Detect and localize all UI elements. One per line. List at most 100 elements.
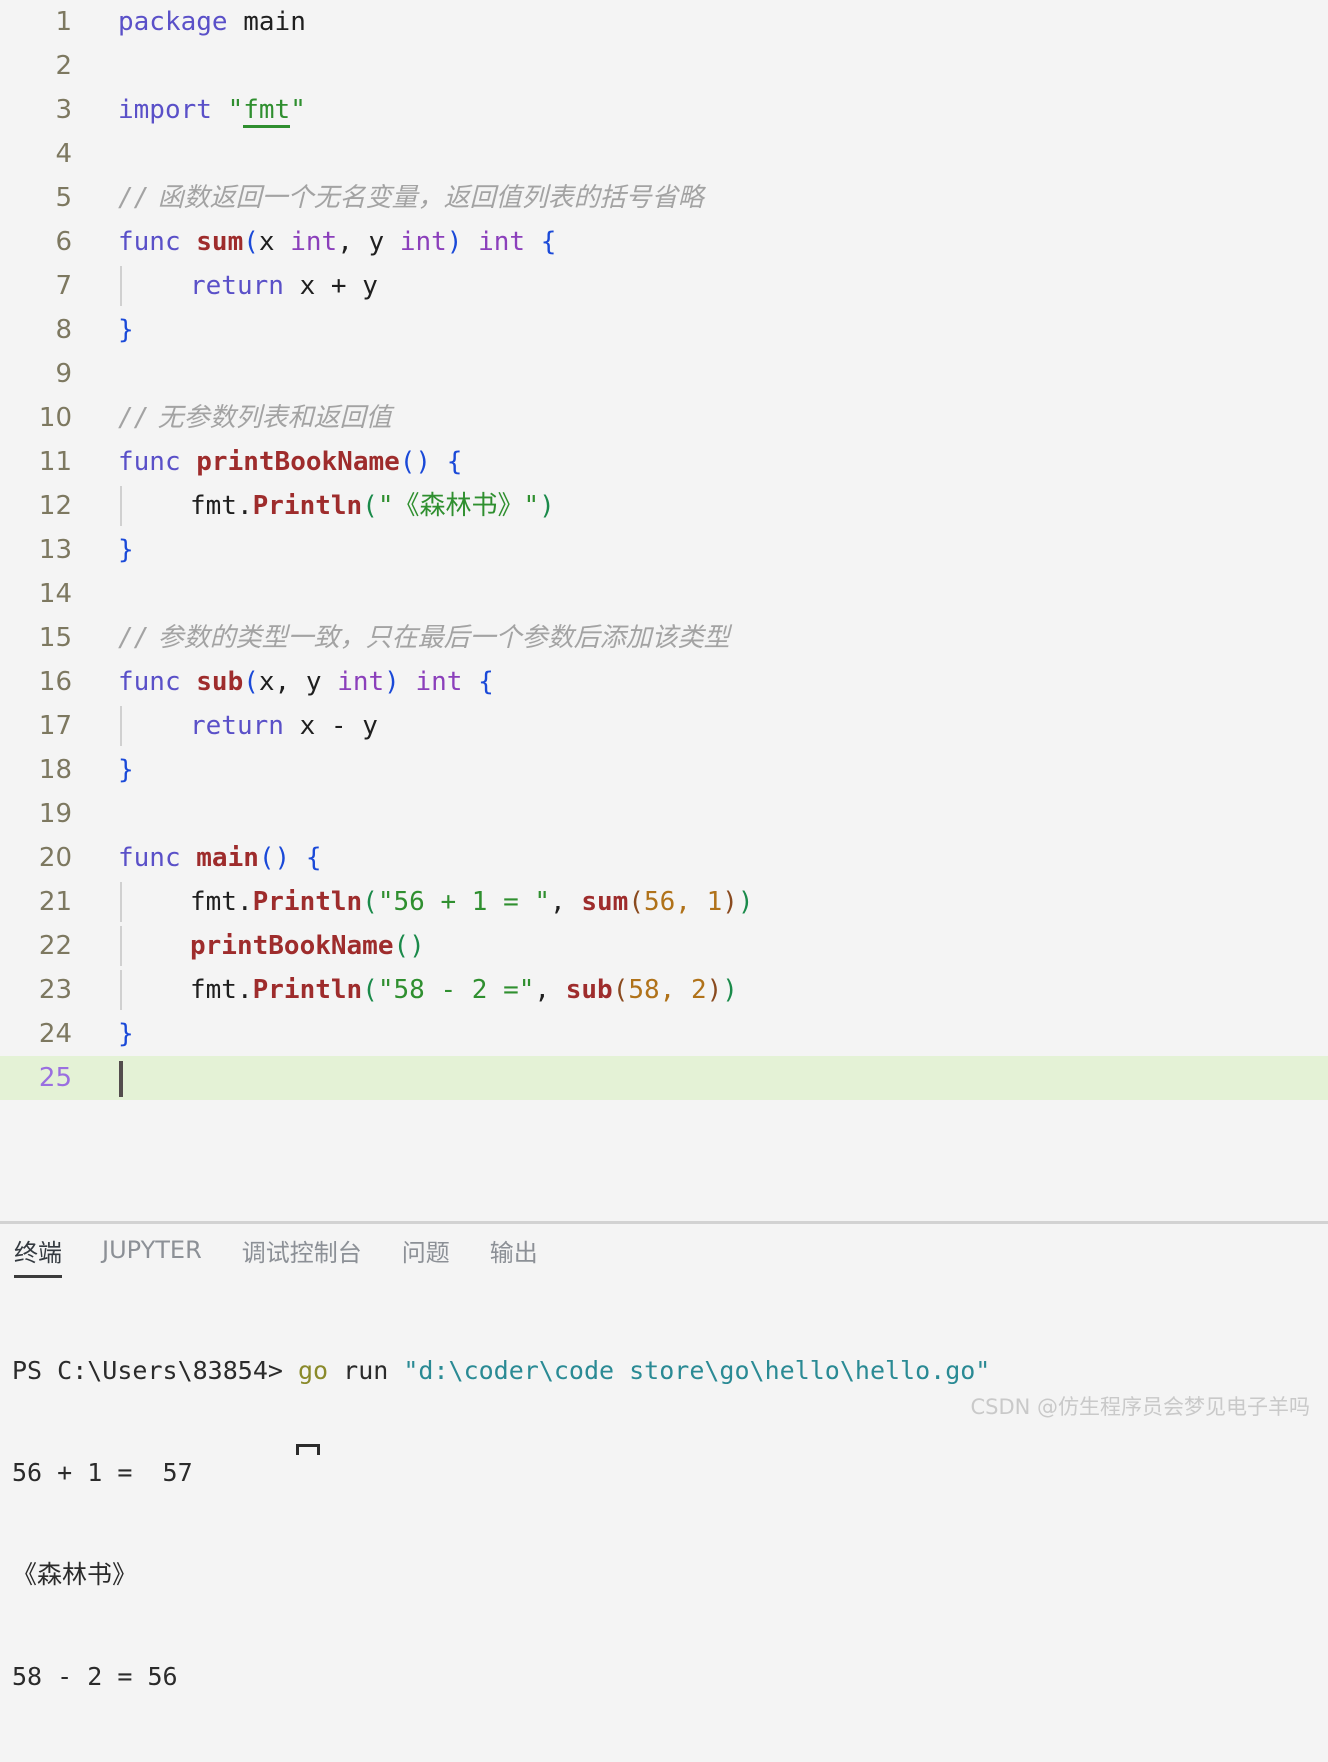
code-line[interactable]: 6 func sum(x int, y int) int { <box>0 220 1328 264</box>
token-function-name: sub <box>196 667 244 697</box>
line-number: 9 <box>55 359 72 389</box>
token-paren: ) <box>706 975 723 1005</box>
terminal-output[interactable]: PS C:\Users\83854> go run "d:\coder\code… <box>0 1286 1328 1762</box>
tab-debug-console[interactable]: 调试控制台 <box>242 1233 362 1278</box>
line-number: 15 <box>38 623 72 653</box>
code-line-active[interactable]: 25 <box>0 1056 1328 1100</box>
token-keyword: package <box>118 7 228 37</box>
line-number: 22 <box>38 931 72 961</box>
code-line[interactable]: 13 } <box>0 528 1328 572</box>
token-keyword: func <box>118 227 181 257</box>
tab-problems[interactable]: 问题 <box>402 1233 450 1278</box>
code-line[interactable]: 3 import "fmt" <box>0 88 1328 132</box>
watermark: CSDN @仿生程序员会梦见电子羊吗 <box>970 1395 1310 1419</box>
token-paren: ( <box>243 667 259 697</box>
token-keyword: func <box>118 447 181 477</box>
code-line[interactable]: 7 return x + y <box>0 264 1328 308</box>
terminal-file-path: "d:\coder\code store\go\hello\hello.go" <box>403 1356 991 1385</box>
line-number: 8 <box>55 315 72 345</box>
token-separator: , <box>675 887 707 917</box>
token-brace: { <box>305 843 322 873</box>
terminal-output-line: 56 + 1 = 57 <box>12 1458 193 1487</box>
token-package-ref: fmt. <box>190 887 253 917</box>
token-brace: { <box>478 667 494 697</box>
line-number: 17 <box>38 711 72 741</box>
line-number: 24 <box>38 1019 72 1049</box>
code-line[interactable]: 1 package main <box>0 0 1328 44</box>
token-function-name: printBookName <box>196 447 400 477</box>
code-line[interactable]: 8 } <box>0 308 1328 352</box>
token-keyword: import <box>118 95 212 125</box>
token-separator: , <box>337 227 369 257</box>
line-content: return x + y <box>190 264 378 308</box>
token-comment-marker: // <box>118 403 150 433</box>
code-line[interactable]: 15 // 参数的类型一致，只在最后一个参数后添加该类型 <box>0 616 1328 660</box>
token-params: x, y <box>258 667 338 697</box>
code-editor[interactable]: 1 package main 2 3 import "fmt" 4 5 // 函… <box>0 0 1328 1221</box>
code-line[interactable]: 18 } <box>0 748 1328 792</box>
token-paren: ) <box>384 667 400 697</box>
line-number: 4 <box>55 139 72 169</box>
line-content: fmt.Println("58 - 2 =", sub(58, 2)) <box>190 968 738 1012</box>
line-number: 3 <box>55 95 72 125</box>
token-string: "58 - 2 =" <box>377 975 535 1005</box>
line-content: package main <box>118 0 306 44</box>
token-paren: ) <box>722 975 738 1005</box>
indent-guide <box>120 882 122 922</box>
line-number: 19 <box>38 799 72 829</box>
code-line[interactable]: 20 func main() { <box>0 836 1328 880</box>
code-line[interactable]: 19 <box>0 792 1328 836</box>
code-line[interactable]: 12 fmt.Println("《森林书》") <box>0 484 1328 528</box>
token-number: 56 <box>643 887 676 917</box>
line-content: } <box>118 1012 134 1056</box>
line-content: } <box>118 528 134 572</box>
token-expression: x + y <box>299 271 378 301</box>
token-import-link[interactable]: fmt <box>243 95 291 128</box>
terminal-output-line: 58 - 2 = 56 <box>12 1662 178 1691</box>
token-separator: , <box>534 975 566 1005</box>
code-line[interactable]: 4 <box>0 132 1328 176</box>
code-line[interactable]: 9 <box>0 352 1328 396</box>
line-number: 20 <box>38 843 72 873</box>
code-line[interactable]: 23 fmt.Println("58 - 2 =", sub(58, 2)) <box>0 968 1328 1012</box>
indent-guide <box>120 706 122 746</box>
token-param: y <box>368 227 400 257</box>
token-comment-text: 函数返回一个无名变量，返回值列表的括号省略 <box>157 183 704 213</box>
token-package-ref: fmt. <box>190 491 253 521</box>
token-function-name: main <box>196 843 259 873</box>
token-comment-marker: // <box>118 623 150 653</box>
line-content: } <box>118 748 134 792</box>
token-keyword: return <box>190 711 284 741</box>
token-separator: , <box>659 975 691 1005</box>
tab-terminal[interactable]: 终端 <box>14 1233 62 1278</box>
code-line[interactable]: 16 func sub(x, y int) int { <box>0 660 1328 704</box>
line-content: func sum(x int, y int) int { <box>118 220 556 264</box>
line-content: func printBookName() { <box>118 440 462 484</box>
code-line[interactable]: 5 // 函数返回一个无名变量，返回值列表的括号省略 <box>0 176 1328 220</box>
tab-jupyter[interactable]: JUPYTER <box>102 1236 202 1274</box>
token-keyword: return <box>190 271 284 301</box>
token-comment-marker: // <box>118 183 150 213</box>
line-number: 13 <box>38 535 72 565</box>
code-line[interactable]: 14 <box>0 572 1328 616</box>
code-line[interactable]: 17 return x - y <box>0 704 1328 748</box>
line-content: import "fmt" <box>118 88 306 132</box>
code-line[interactable]: 11 func printBookName() { <box>0 440 1328 484</box>
token-brace: } <box>118 1019 134 1049</box>
line-content: func main() { <box>118 836 322 880</box>
code-line[interactable]: 24 } <box>0 1012 1328 1056</box>
code-line[interactable]: 2 <box>0 44 1328 88</box>
line-number: 11 <box>38 447 72 477</box>
code-line[interactable]: 22 printBookName() <box>0 924 1328 968</box>
tab-output[interactable]: 输出 <box>490 1233 538 1278</box>
line-content: fmt.Println("56 + 1 = ", sum(56, 1)) <box>190 880 754 924</box>
indent-guide <box>120 970 122 1010</box>
code-line[interactable]: 10 // 无参数列表和返回值 <box>0 396 1328 440</box>
line-number: 23 <box>38 975 72 1005</box>
terminal-command-line: PS C:\Users\83854> go run "d:\coder\code… <box>12 1354 1328 1388</box>
line-content: // 参数的类型一致，只在最后一个参数后添加该类型 <box>118 616 730 660</box>
token-brace: } <box>118 315 134 345</box>
token-paren: ) <box>539 491 555 521</box>
code-line[interactable]: 21 fmt.Println("56 + 1 = ", sum(56, 1)) <box>0 880 1328 924</box>
token-brace: } <box>118 755 134 785</box>
